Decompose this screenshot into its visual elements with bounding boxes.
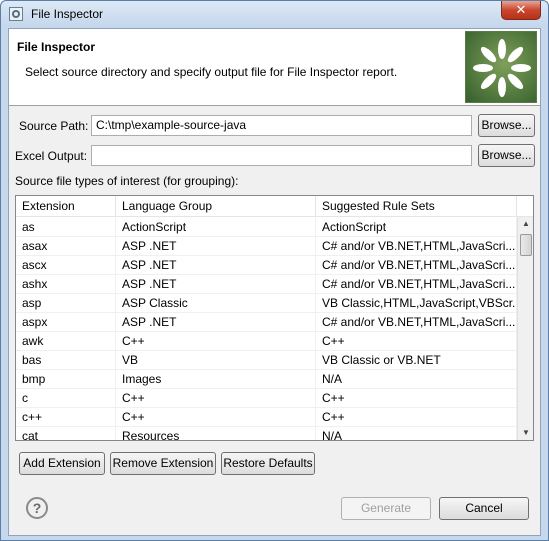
scroll-up-icon[interactable]: ▲ (518, 217, 533, 231)
source-path-label: Source Path: (19, 119, 89, 133)
source-browse-button[interactable]: Browse... (478, 114, 535, 137)
file-types-table: Extension Language Group Suggested Rule … (15, 195, 534, 441)
excel-output-label: Excel Output: (15, 149, 88, 163)
cell-rule-sets: C++ (316, 389, 517, 408)
cancel-button[interactable]: Cancel (439, 497, 529, 520)
column-header-language-group[interactable]: Language Group (116, 196, 316, 217)
app-icon (9, 7, 23, 21)
cell-rule-sets: ActionScript (316, 218, 517, 237)
cell-extension: c (16, 389, 116, 408)
cell-language-group: C++ (116, 389, 316, 408)
file-types-label: Source file types of interest (for group… (15, 174, 239, 188)
cell-extension: cat (16, 427, 116, 440)
column-header-rule-sets[interactable]: Suggested Rule Sets (316, 196, 517, 217)
table-row[interactable]: c C++ C++ (16, 389, 517, 408)
cell-language-group: VB (116, 351, 316, 370)
table-row[interactable]: ascx ASP .NET C# and/or VB.NET,HTML,Java… (16, 256, 517, 275)
table-row[interactable]: bmp Images N/A (16, 370, 517, 389)
table-row[interactable]: awk C++ C++ (16, 332, 517, 351)
cell-language-group: ASP Classic (116, 294, 316, 313)
scroll-down-icon[interactable]: ▼ (518, 426, 533, 440)
table-row[interactable]: asax ASP .NET C# and/or VB.NET,HTML,Java… (16, 237, 517, 256)
cell-extension: ashx (16, 275, 116, 294)
title-banner: File Inspector Select source directory a… (9, 29, 540, 106)
column-header-extension[interactable]: Extension (16, 196, 116, 217)
banner-description: Select source directory and specify outp… (25, 65, 398, 79)
cell-language-group: C++ (116, 408, 316, 427)
cell-rule-sets: C# and/or VB.NET,HTML,JavaScri... (316, 313, 517, 332)
table-row[interactable]: ashx ASP .NET C# and/or VB.NET,HTML,Java… (16, 275, 517, 294)
cell-language-group: ActionScript (116, 218, 316, 237)
cell-extension: bas (16, 351, 116, 370)
source-path-input[interactable]: C:\tmp\example-source-java (91, 115, 472, 136)
dialog-client: File Inspector Select source directory a… (8, 28, 541, 536)
table-row[interactable]: as ActionScript ActionScript (16, 218, 517, 237)
cell-language-group: ASP .NET (116, 256, 316, 275)
cell-extension: asp (16, 294, 116, 313)
excel-output-input[interactable] (91, 145, 472, 166)
cell-extension: bmp (16, 370, 116, 389)
cell-rule-sets: C# and/or VB.NET,HTML,JavaScri... (316, 256, 517, 275)
table-row[interactable]: c++ C++ C++ (16, 408, 517, 427)
table-row[interactable]: asp ASP Classic VB Classic,HTML,JavaScri… (16, 294, 517, 313)
logo-icon (465, 31, 537, 103)
cell-rule-sets: VB Classic or VB.NET (316, 351, 517, 370)
cell-extension: c++ (16, 408, 116, 427)
cell-language-group: ASP .NET (116, 237, 316, 256)
cell-rule-sets: VB Classic,HTML,JavaScript,VBScr... (316, 294, 517, 313)
cell-language-group: C++ (116, 332, 316, 351)
window-title: File Inspector (31, 7, 104, 21)
help-icon[interactable]: ? (26, 497, 48, 519)
title-bar[interactable]: File Inspector ✕ (1, 1, 548, 27)
cell-language-group: Resources (116, 427, 316, 440)
scroll-thumb[interactable] (520, 234, 532, 256)
cell-rule-sets: C# and/or VB.NET,HTML,JavaScri... (316, 275, 517, 294)
generate-button[interactable]: Generate (341, 497, 431, 520)
table-scrollbar[interactable]: ▲ ▼ (517, 217, 533, 440)
cell-rule-sets: N/A (316, 427, 517, 440)
banner-title: File Inspector (17, 40, 96, 54)
cell-extension: as (16, 218, 116, 237)
cell-extension: asax (16, 237, 116, 256)
table-row[interactable]: cat Resources N/A (16, 427, 517, 440)
cell-extension: aspx (16, 313, 116, 332)
cell-rule-sets: C# and/or VB.NET,HTML,JavaScri... (316, 237, 517, 256)
cell-rule-sets: C++ (316, 408, 517, 427)
remove-extension-button[interactable]: Remove Extension (110, 452, 216, 475)
cell-language-group: ASP .NET (116, 275, 316, 294)
dialog-window: File Inspector ✕ File Inspector Select s… (0, 0, 549, 541)
table-row[interactable]: bas VB VB Classic or VB.NET (16, 351, 517, 370)
cell-rule-sets: C++ (316, 332, 517, 351)
excel-browse-button[interactable]: Browse... (478, 144, 535, 167)
cell-language-group: Images (116, 370, 316, 389)
cell-language-group: ASP .NET (116, 313, 316, 332)
restore-defaults-button[interactable]: Restore Defaults (221, 452, 315, 475)
add-extension-button[interactable]: Add Extension (19, 452, 105, 475)
cell-extension: ascx (16, 256, 116, 275)
cell-extension: awk (16, 332, 116, 351)
cell-rule-sets: N/A (316, 370, 517, 389)
table-header: Extension Language Group Suggested Rule … (16, 196, 533, 217)
table-row[interactable]: aspx ASP .NET C# and/or VB.NET,HTML,Java… (16, 313, 517, 332)
close-button[interactable]: ✕ (501, 1, 541, 20)
